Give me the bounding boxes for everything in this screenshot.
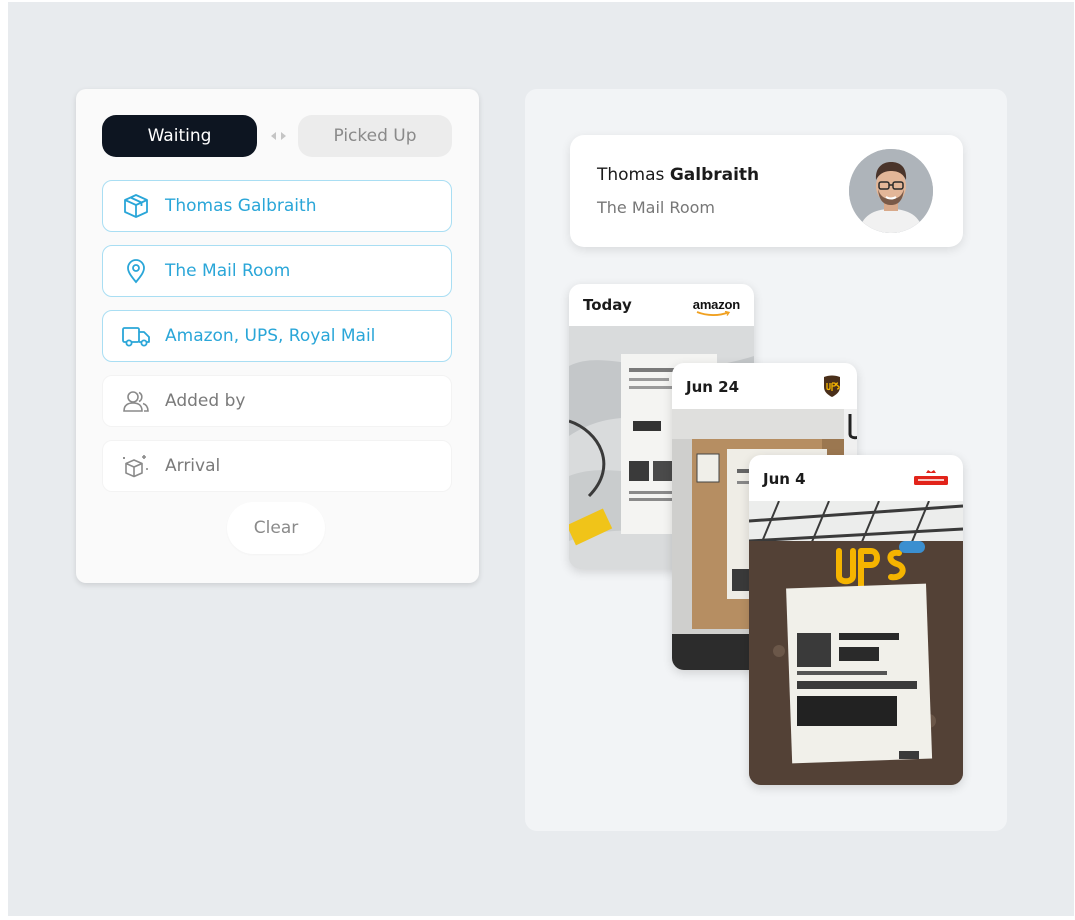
filter-panel: Waiting Picked Up Thomas Galbraith The M… <box>76 89 479 583</box>
recipient-filter[interactable]: Thomas Galbraith <box>102 180 452 232</box>
package-icon <box>121 191 151 221</box>
added-by-filter-label: Added by <box>165 391 246 411</box>
carrier-filter[interactable]: Amazon, UPS, Royal Mail <box>102 310 452 362</box>
package-card-royal-mail[interactable]: Jun 4 <box>749 455 963 785</box>
package-card-header: Jun 4 <box>749 455 963 501</box>
recipient-name: Thomas Galbraith <box>597 165 759 185</box>
users-icon <box>121 386 151 416</box>
arrival-filter[interactable]: Arrival <box>102 440 452 492</box>
recipient-location: The Mail Room <box>597 198 715 217</box>
package-card-header: Today amazon <box>569 284 754 326</box>
package-date: Today <box>583 296 632 314</box>
royal-mail-logo-icon <box>913 469 949 491</box>
package-date: Jun 24 <box>686 378 740 396</box>
arrival-filter-label: Arrival <box>165 456 221 476</box>
added-by-filter[interactable]: Added by <box>102 375 452 427</box>
ups-logo-icon <box>822 374 842 402</box>
avatar <box>849 149 933 233</box>
status-toggle: Waiting Picked Up <box>102 115 452 157</box>
amazon-logo-icon: amazon <box>693 294 740 317</box>
location-pin-icon <box>121 256 151 286</box>
delivery-truck-icon <box>121 321 151 351</box>
recipient-filter-label: Thomas Galbraith <box>165 196 317 216</box>
location-filter[interactable]: The Mail Room <box>102 245 452 297</box>
tab-picked-up[interactable]: Picked Up <box>298 115 452 157</box>
amazon-logo-text: amazon <box>692 297 740 312</box>
carrier-filter-label: Amazon, UPS, Royal Mail <box>165 326 376 346</box>
package-card-header: Jun 24 <box>672 363 857 409</box>
clear-button[interactable]: Clear <box>227 502 325 554</box>
package-photo <box>749 500 963 785</box>
recipient-card[interactable]: Thomas Galbraith The Mail Room <box>570 135 963 247</box>
new-package-icon <box>121 451 151 481</box>
recipient-first-name: Thomas <box>597 165 665 185</box>
results-panel: Thomas Galbraith The Mail Room Today ama… <box>525 89 1007 831</box>
location-filter-label: The Mail Room <box>165 261 291 281</box>
tab-waiting[interactable]: Waiting <box>102 115 257 157</box>
package-date: Jun 4 <box>763 470 806 488</box>
swap-arrows-icon[interactable] <box>264 127 292 145</box>
recipient-last-name: Galbraith <box>669 165 760 185</box>
